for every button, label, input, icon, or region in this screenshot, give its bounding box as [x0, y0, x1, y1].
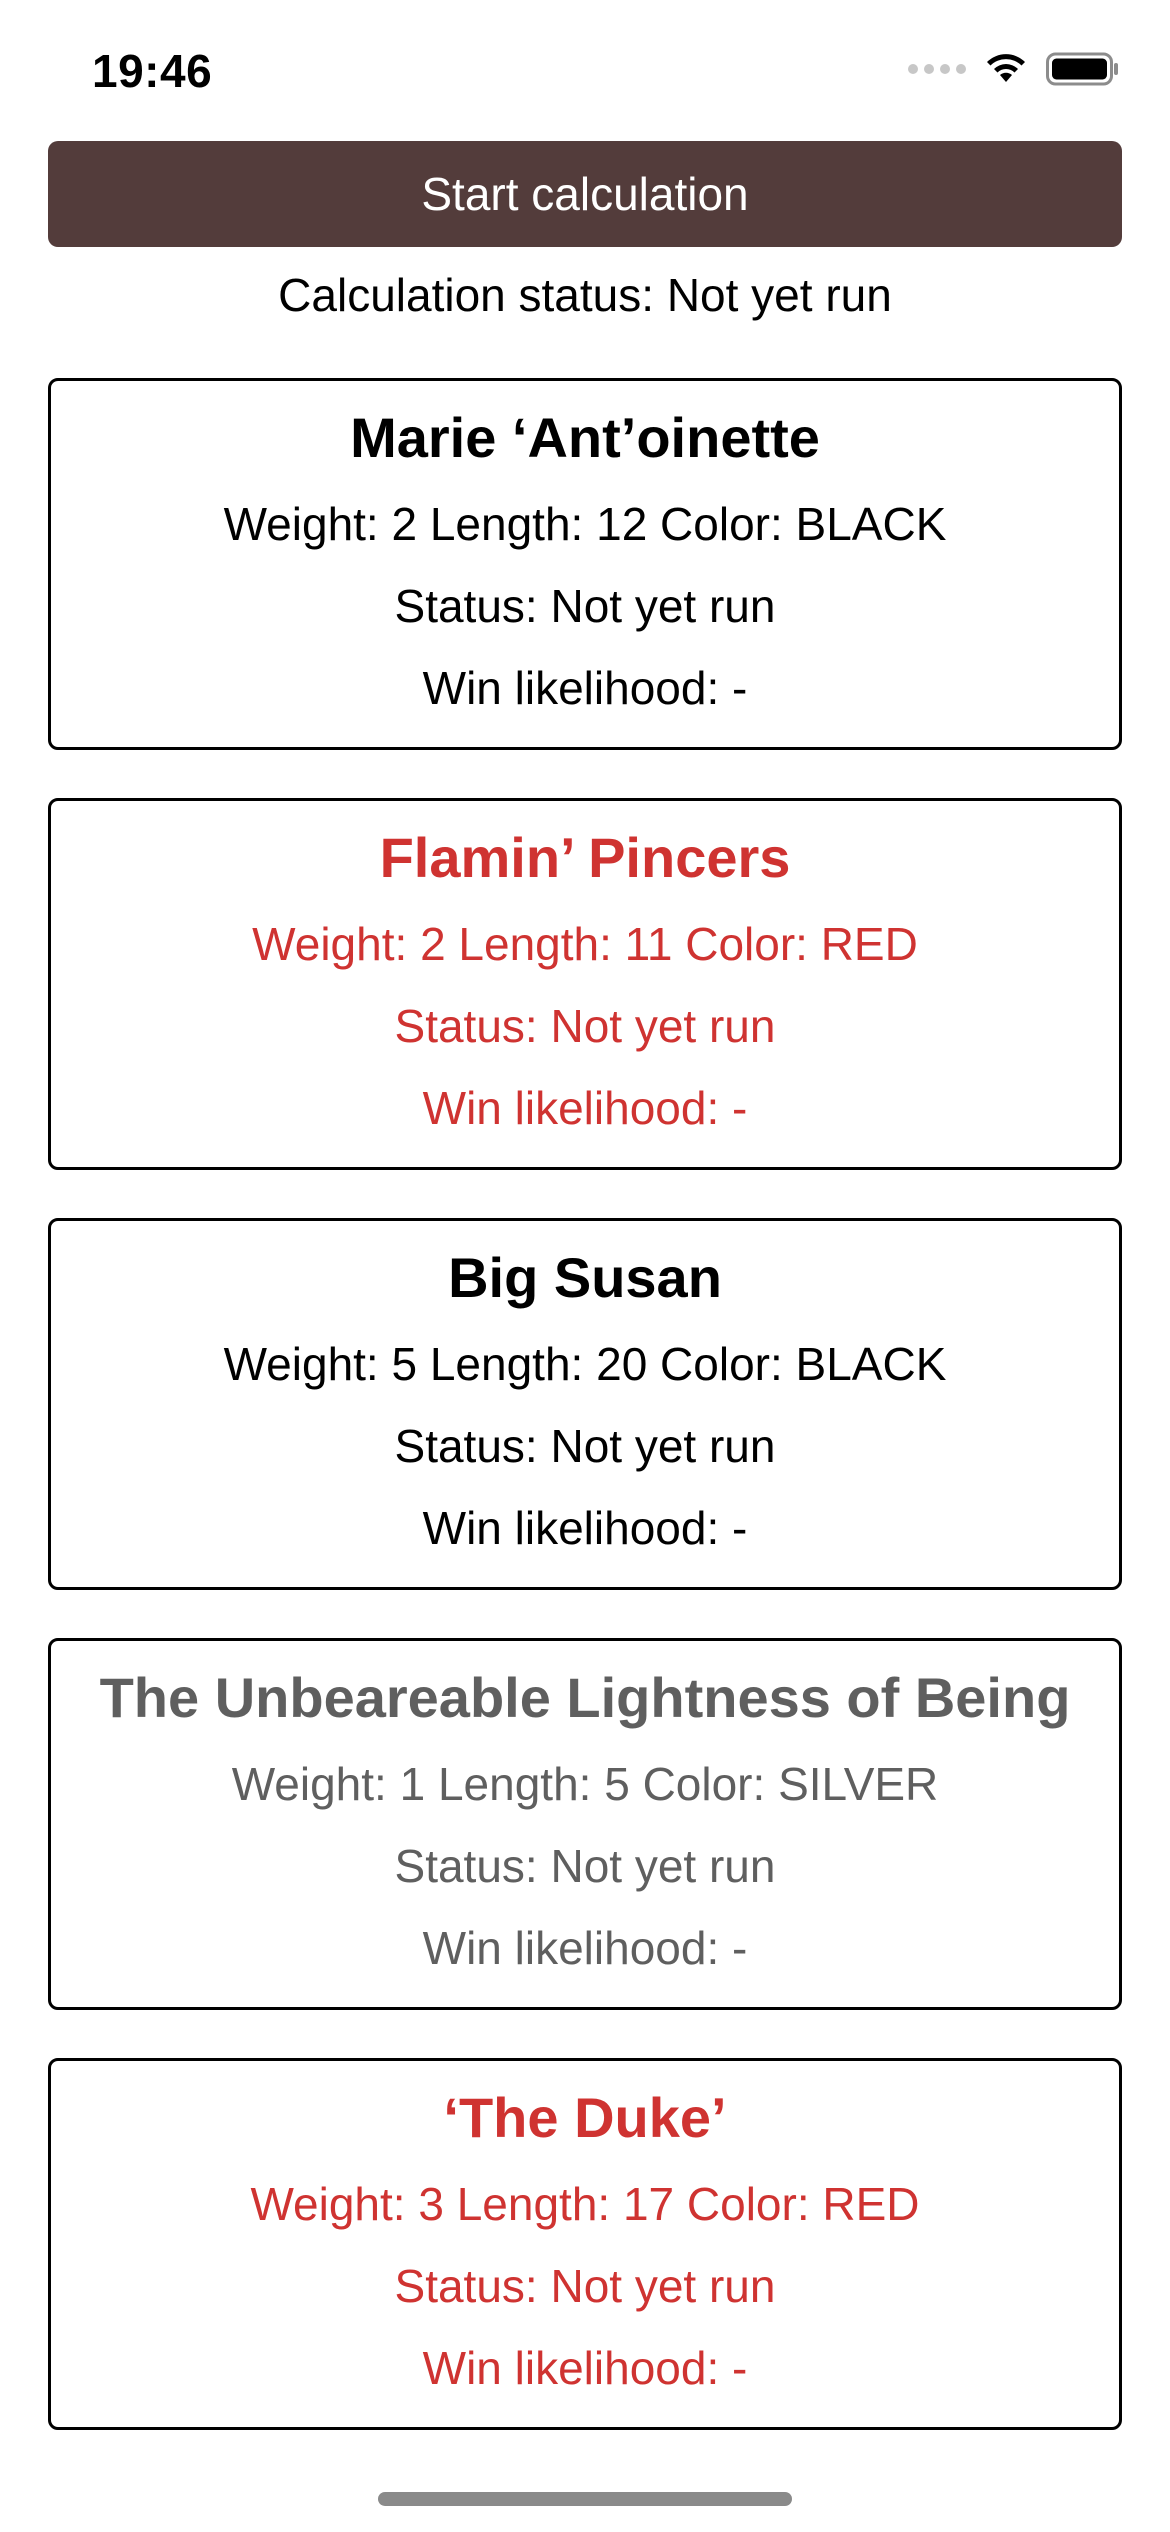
ant-stats: Weight: 1 Length: 5 Color: SILVER [231, 1758, 939, 1810]
battery-icon [1046, 52, 1120, 86]
ant-stats: Weight: 2 Length: 11 Color: RED [252, 918, 918, 970]
ant-name: Flamin’ Pincers [379, 826, 791, 889]
ant-card: Flamin’ Pincers Weight: 2 Length: 11 Col… [48, 798, 1122, 1170]
ant-name: The Unbeareable Lightness of Being [99, 1666, 1071, 1729]
status-time: 19:46 [92, 45, 213, 97]
status-icons [908, 52, 1120, 86]
home-indicator[interactable] [378, 2492, 792, 2506]
ant-name: ‘The Duke’ [443, 2086, 727, 2149]
status-bar: 19:46 [0, 0, 1170, 140]
ant-win-likelihood: Win likelihood: - [422, 1922, 748, 1974]
ant-list: Marie ‘Ant’oinette Weight: 2 Length: 12 … [48, 378, 1122, 2478]
ant-card: Big Susan Weight: 5 Length: 20 Color: BL… [48, 1218, 1122, 1590]
ant-win-likelihood: Win likelihood: - [422, 2342, 748, 2394]
wifi-icon [984, 52, 1028, 86]
ant-name: Big Susan [448, 1246, 722, 1309]
ant-stats: Weight: 5 Length: 20 Color: BLACK [223, 1338, 947, 1390]
ant-win-likelihood: Win likelihood: - [422, 662, 748, 714]
ant-status: Status: Not yet run [394, 1000, 776, 1052]
cellular-signal-icon [908, 64, 966, 74]
ant-status: Status: Not yet run [394, 1840, 776, 1892]
ant-win-likelihood: Win likelihood: - [422, 1082, 748, 1134]
ant-stats: Weight: 2 Length: 12 Color: BLACK [223, 498, 947, 550]
calculation-status: Calculation status: Not yet run [278, 269, 892, 321]
ant-status: Status: Not yet run [394, 1420, 776, 1472]
ant-card: Marie ‘Ant’oinette Weight: 2 Length: 12 … [48, 378, 1122, 750]
ant-card: The Unbeareable Lightness of Being Weigh… [48, 1638, 1122, 2010]
ant-card: ‘The Duke’ Weight: 3 Length: 17 Color: R… [48, 2058, 1122, 2430]
start-calculation-button[interactable]: Start calculation [48, 141, 1122, 247]
ant-win-likelihood: Win likelihood: - [422, 1502, 748, 1554]
ant-status: Status: Not yet run [394, 580, 776, 632]
ant-stats: Weight: 3 Length: 17 Color: RED [250, 2178, 920, 2230]
ant-status: Status: Not yet run [394, 2260, 776, 2312]
ant-name: Marie ‘Ant’oinette [350, 406, 820, 469]
